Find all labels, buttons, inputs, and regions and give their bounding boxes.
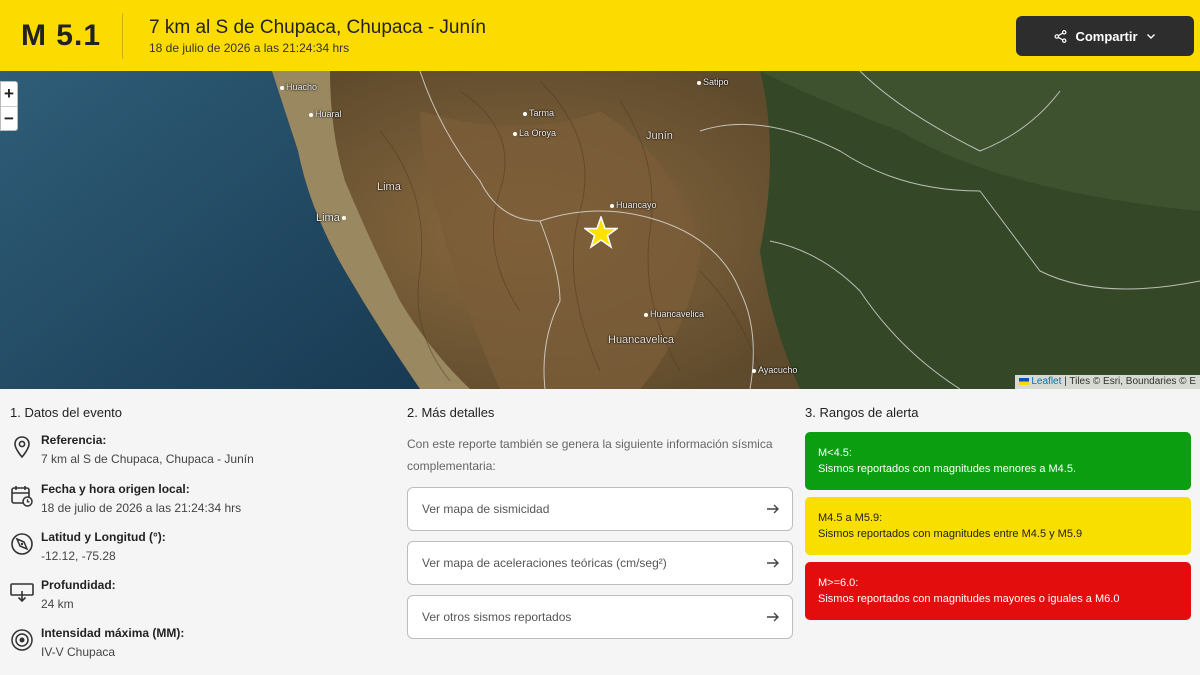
zoom-out-button[interactable]: − [1,106,17,130]
ukraine-flag-icon [1018,377,1029,385]
zoom-control: + − [0,81,18,131]
info-value: IV-V Chupaca [41,645,116,659]
info-label: Latitud y Longitud (°): [41,530,166,544]
link-label: Ver otros sismos reportados [422,610,572,624]
info-label: Referencia: [41,433,107,447]
alerts-section-title: 3. Rangos de alerta [805,405,919,420]
info-label: Profundidad: [41,578,116,592]
map-attribution: Leaflet | Tiles © Esri, Boundaries © E [1014,375,1200,389]
epicenter-star-icon[interactable] [584,216,618,250]
alert-range-label: M>=6.0: [818,577,859,589]
info-label: Fecha y hora origen local: [41,482,190,496]
details-description: Con este reporte también se genera la si… [407,437,773,473]
details-section-title: 2. Más detalles [407,405,495,420]
intensity-icon [11,629,33,651]
info-value: 24 km [41,597,74,611]
place-tarma: Tarma [523,108,554,118]
magnitude-label: M 5.1 [20,18,102,52]
alert-range-text: Sismos reportados con magnitudes mayores… [818,593,1120,605]
details-panel: 1. Datos del evento Referencia: 7 km al … [0,389,1200,675]
alert-range-text: Sismos reportados con magnitudes menores… [818,463,1077,475]
other-quakes-link[interactable]: Ver otros sismos reportados [407,595,793,639]
calendar-clock-icon [11,486,33,507]
place-huancavelica-city: Huancavelica [644,309,704,319]
arrow-right-icon [767,504,779,514]
acceleration-map-link[interactable]: Ver mapa de aceleraciones teóricas (cm/s… [407,541,793,585]
alert-range-label: M4.5 a M5.9: [818,512,883,524]
place-junin: Junín [646,130,673,142]
place-huancayo: Huancayo [610,200,657,210]
alert-range-text: Sismos reportados con magnitudes entre M… [818,528,1083,540]
info-value: -12.12, -75.28 [41,549,116,563]
place-huaral: Huaral [309,109,342,119]
location-pin-icon [14,436,30,459]
event-section-title: 1. Datos del evento [10,405,123,420]
seismicity-map-link[interactable]: Ver mapa de sismicidad [407,487,793,531]
info-value: 7 km al S de Chupaca, Chupaca - Junín [41,452,254,466]
chevron-down-icon [1146,31,1156,41]
place-lima-city: Lima [316,212,348,224]
link-label: Ver mapa de sismicidad [422,502,550,516]
share-icon [1054,29,1067,43]
arrow-right-icon [767,558,779,568]
place-huancavelica-region: Huancavelica [608,334,675,346]
place-huacho: Huacho [280,82,317,92]
depth-icon [10,583,34,603]
alert-range-high: M>=6.0: Sismos reportados con magnitudes… [805,562,1191,620]
share-button[interactable]: Compartir [1016,16,1194,56]
arrow-right-icon [767,612,779,622]
place-satipo: Satipo [697,77,729,87]
place-ayacucho: Ayacucho [752,365,797,375]
alert-range-label: M<4.5: [818,447,852,459]
compass-icon [11,533,33,555]
place-la-oroya: La Oroya [513,128,556,138]
attribution-text: | Tiles © Esri, Boundaries © E [1061,376,1196,387]
event-header: M 5.1 7 km al S de Chupaca, Chupaca - Ju… [0,0,1200,71]
info-label: Intensidad máxima (MM): [41,626,185,640]
place-lima-region: Lima [377,181,401,193]
info-value: 18 de julio de 2026 a las 21:24:34 hrs [41,501,242,515]
earthquake-map[interactable]: + − Satipo Huacho Huaral Tarma La Oroya … [0,71,1200,389]
alert-range-medium: M4.5 a M5.9: Sismos reportados con magni… [805,497,1191,555]
alert-range-low: M<4.5: Sismos reportados con magnitudes … [805,432,1191,490]
zoom-in-button[interactable]: + [1,82,17,106]
leaflet-link[interactable]: Leaflet [1031,376,1061,387]
link-label: Ver mapa de aceleraciones teóricas (cm/s… [422,556,667,570]
share-label: Compartir [1075,28,1138,44]
